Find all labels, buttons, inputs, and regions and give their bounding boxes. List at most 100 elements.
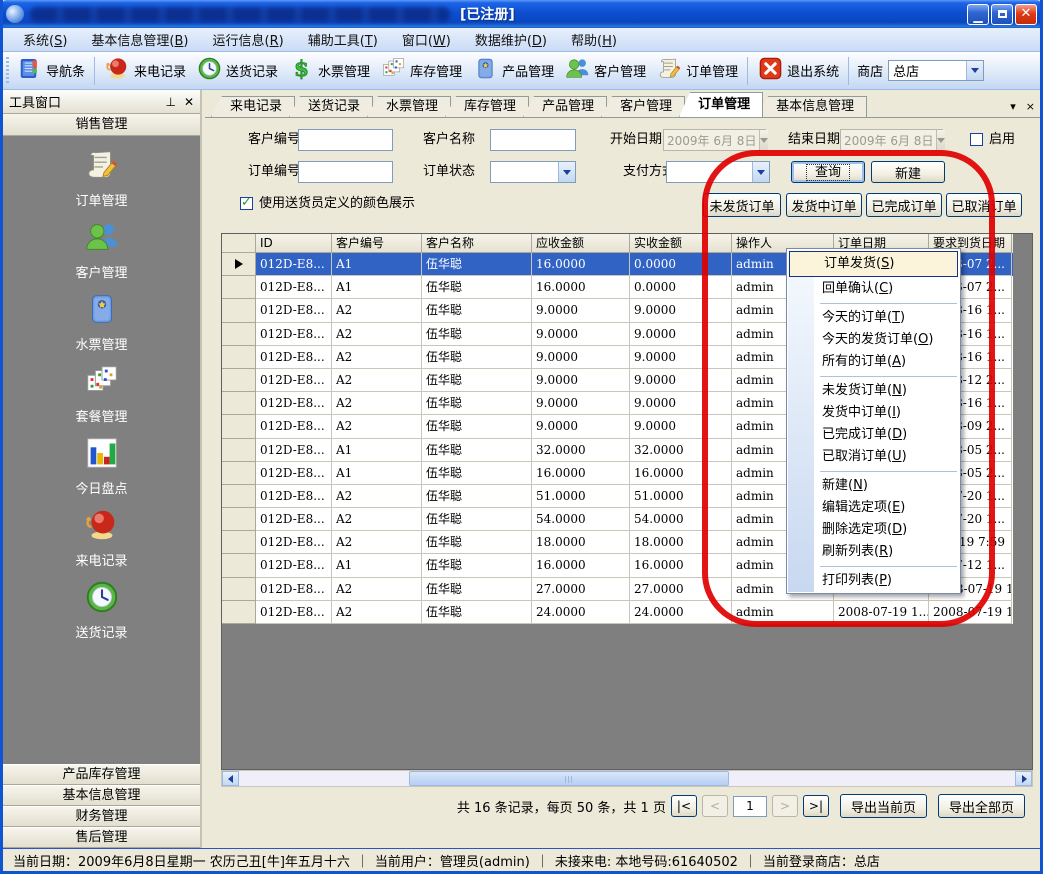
table-cell[interactable]: 012D-E8... — [256, 485, 332, 508]
sidebar-item-客户管理[interactable]: 客户管理 — [42, 218, 162, 281]
toolbar-button[interactable]: 导航条 — [11, 53, 90, 88]
table-cell[interactable]: 16.0000 — [630, 462, 732, 485]
table-cell[interactable]: 012D-E8... — [256, 346, 332, 369]
table-cell[interactable]: A2 — [332, 415, 422, 438]
toolbar-button[interactable]: 退出系统 — [752, 53, 844, 88]
table-cell[interactable]: 51.0000 — [532, 485, 630, 508]
table-cell[interactable]: A1 — [332, 276, 422, 299]
table-cell[interactable]: A2 — [332, 485, 422, 508]
customer-name-input[interactable] — [490, 129, 576, 151]
title-bar[interactable]: [已注册] ▁ ✕ — [0, 0, 1043, 28]
chevron-down-icon[interactable] — [558, 162, 575, 182]
start-date-picker[interactable]: 2009年 6月 8日 — [663, 129, 766, 151]
table-cell[interactable]: A1 — [332, 253, 422, 276]
sidebar-item-来电记录[interactable]: 来电记录 — [42, 506, 162, 569]
tab-送货记录[interactable]: 送货记录 — [289, 96, 373, 117]
table-cell[interactable]: 伍华聪 — [422, 531, 532, 554]
table-cell[interactable]: 2008-07-19 1... — [929, 601, 1012, 624]
context-menu-item[interactable]: 所有的订单(A) — [788, 351, 959, 373]
sidebar-item-水票管理[interactable]: 水票管理 — [42, 290, 162, 353]
table-cell[interactable]: A2 — [332, 578, 422, 601]
table-cell[interactable]: 18.0000 — [532, 531, 630, 554]
toolbar-grip[interactable] — [6, 57, 9, 85]
menu-item[interactable]: 窗口(W) — [390, 27, 463, 52]
tab-来电记录[interactable]: 来电记录 — [211, 96, 295, 117]
row-selector[interactable] — [222, 299, 256, 322]
table-cell[interactable]: 012D-E8... — [256, 415, 332, 438]
row-selector[interactable] — [222, 439, 256, 462]
last-page-button[interactable]: >| — [803, 795, 829, 817]
table-cell[interactable]: 伍华聪 — [422, 369, 532, 392]
tab-list-dropdown-icon[interactable]: ▾ — [1010, 100, 1016, 113]
query-button[interactable]: 查询 — [791, 161, 865, 183]
menu-item[interactable]: 帮助(H) — [559, 27, 629, 52]
table-cell[interactable]: 16.0000 — [532, 253, 630, 276]
chevron-down-icon[interactable] — [966, 61, 983, 80]
next-page-button[interactable]: > — [772, 795, 798, 817]
context-menu-item[interactable]: 删除选定项(D) — [788, 519, 959, 541]
table-cell[interactable]: 伍华聪 — [422, 415, 532, 438]
table-cell[interactable]: 16.0000 — [532, 276, 630, 299]
table-cell[interactable]: 16.0000 — [630, 554, 732, 577]
row-selector[interactable] — [222, 601, 256, 624]
menu-item[interactable]: 运行信息(R) — [201, 27, 296, 52]
color-display-checkbox[interactable] — [240, 197, 253, 210]
chevron-down-icon[interactable] — [759, 130, 768, 150]
row-selector[interactable] — [222, 276, 256, 299]
context-menu-item[interactable]: 刷新列表(R) — [788, 541, 959, 563]
menu-item[interactable]: 基本信息管理(B) — [79, 27, 200, 52]
table-cell[interactable]: 伍华聪 — [422, 462, 532, 485]
table-cell[interactable]: A2 — [332, 392, 422, 415]
first-page-button[interactable]: |< — [671, 795, 697, 817]
row-selector[interactable] — [222, 415, 256, 438]
table-cell[interactable]: 012D-E8... — [256, 439, 332, 462]
tab-订单管理[interactable]: 订单管理 — [679, 92, 763, 117]
scroll-left-icon[interactable] — [222, 771, 239, 786]
table-cell[interactable]: 012D-E8... — [256, 601, 332, 624]
order-no-input[interactable] — [298, 161, 393, 183]
sidebar-item-订单管理[interactable]: 订单管理 — [42, 146, 162, 209]
table-cell[interactable]: 9.0000 — [630, 415, 732, 438]
prev-page-button[interactable]: < — [702, 795, 728, 817]
table-cell[interactable]: 伍华聪 — [422, 276, 532, 299]
context-menu-item[interactable]: 编辑选定项(E) — [788, 497, 959, 519]
menu-item[interactable]: 数据维护(D) — [463, 27, 559, 52]
table-cell[interactable]: 9.0000 — [630, 369, 732, 392]
export-current-page-button[interactable]: 导出当前页 — [840, 794, 927, 818]
toolbar-button[interactable]: 订单管理 — [651, 53, 743, 88]
table-cell[interactable]: 51.0000 — [630, 485, 732, 508]
table-cell[interactable]: 伍华聪 — [422, 392, 532, 415]
table-cell[interactable]: A2 — [332, 601, 422, 624]
table-cell[interactable]: 9.0000 — [630, 392, 732, 415]
table-cell[interactable]: 012D-E8... — [256, 299, 332, 322]
table-cell[interactable]: 9.0000 — [630, 346, 732, 369]
table-cell[interactable]: A2 — [332, 299, 422, 322]
context-menu-item[interactable]: 新建(N) — [788, 475, 959, 497]
close-icon[interactable]: ✕ — [184, 95, 194, 109]
status-button-cancelled[interactable]: 已取消订单 — [946, 193, 1022, 217]
table-cell[interactable]: 伍华聪 — [422, 554, 532, 577]
table-cell[interactable]: 27.0000 — [532, 578, 630, 601]
row-selector[interactable] — [222, 578, 256, 601]
table-cell[interactable]: 伍华聪 — [422, 323, 532, 346]
table-cell[interactable]: 012D-E8... — [256, 253, 332, 276]
table-cell[interactable]: 24.0000 — [532, 601, 630, 624]
page-number-input[interactable] — [733, 796, 767, 817]
toolbar-button[interactable]: 客户管理 — [559, 53, 651, 88]
row-selector[interactable] — [222, 554, 256, 577]
context-menu-item[interactable]: 已取消订单(U) — [788, 446, 959, 468]
row-selector[interactable] — [222, 369, 256, 392]
table-cell[interactable]: 32.0000 — [630, 439, 732, 462]
table-cell[interactable]: 012D-E8... — [256, 276, 332, 299]
table-row[interactable]: 012D-E8...A2伍华聪24.000024.0000admin2008-0… — [222, 601, 1013, 624]
sidebar-section-sales[interactable]: 销售管理 — [3, 114, 200, 136]
context-menu-item[interactable]: 未发货订单(N) — [788, 380, 959, 402]
table-cell[interactable]: 27.0000 — [630, 578, 732, 601]
status-button-unshipped[interactable]: 未发货订单 — [703, 193, 781, 217]
table-cell[interactable]: admin — [732, 601, 834, 624]
sidebar-item-套餐管理[interactable]: 套餐管理 — [42, 362, 162, 425]
table-cell[interactable]: 伍华聪 — [422, 601, 532, 624]
table-cell[interactable]: 012D-E8... — [256, 323, 332, 346]
context-menu-item[interactable]: 打印列表(P) — [788, 570, 959, 592]
table-cell[interactable]: A2 — [332, 369, 422, 392]
